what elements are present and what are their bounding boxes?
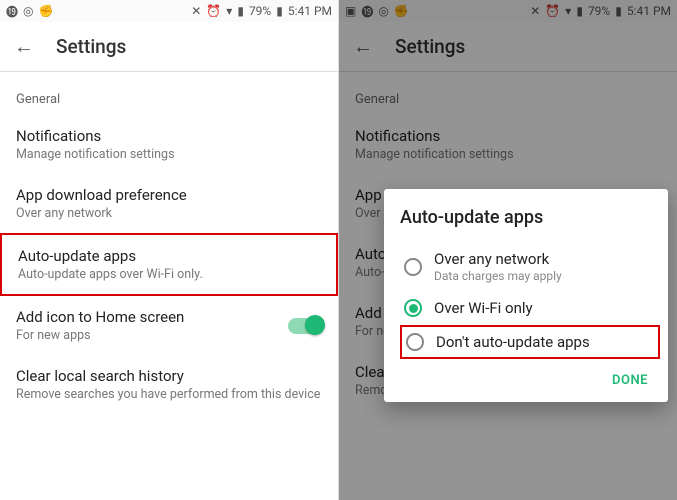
- radio-any-network[interactable]: Over any network Data charges may apply: [400, 242, 660, 291]
- toggle-add-icon[interactable]: [288, 318, 322, 334]
- page-title: Settings: [56, 35, 126, 58]
- radio-label: Over any network: [434, 250, 562, 268]
- circle-icon: ◎: [23, 4, 33, 18]
- status-bar: ⓳ ◎ ✊ ✕ ⏰ ▾ ▮ 79% ▮ 5:41 PM: [0, 0, 338, 22]
- radio-label: Over Wi-Fi only: [434, 299, 533, 317]
- row-add-icon[interactable]: Add icon to Home screen For new apps: [0, 296, 338, 355]
- row-title: Auto-update apps: [18, 247, 320, 265]
- row-auto-update[interactable]: Auto-update apps Auto-update apps over W…: [0, 233, 338, 296]
- auto-update-dialog: Auto-update apps Over any network Data c…: [384, 189, 668, 402]
- row-title: App download preference: [16, 186, 322, 204]
- settings-list: General Notifications Manage notificatio…: [0, 72, 338, 500]
- done-button[interactable]: DONE: [600, 367, 660, 394]
- back-arrow-icon[interactable]: ←: [14, 34, 34, 59]
- signal-icon: ▮: [237, 4, 244, 18]
- radio-label: Don't auto-update apps: [436, 333, 590, 351]
- left-screenshot: ⓳ ◎ ✊ ✕ ⏰ ▾ ▮ 79% ▮ 5:41 PM ← Settings G…: [0, 0, 338, 500]
- row-title: Add icon to Home screen: [16, 308, 278, 326]
- dialog-actions: DONE: [400, 359, 660, 394]
- battery-pct: 79%: [249, 4, 271, 18]
- row-title: Notifications: [16, 127, 322, 145]
- wifi-icon: ▾: [226, 4, 232, 18]
- row-clear-history[interactable]: Clear local search history Remove search…: [0, 355, 338, 414]
- dialog-title: Auto-update apps: [400, 207, 660, 228]
- status-left: ⓳ ◎ ✊: [6, 3, 53, 20]
- row-sub: Over any network: [16, 206, 322, 221]
- radio-wifi-only[interactable]: Over Wi-Fi only: [400, 291, 660, 325]
- mute-icon: ✕: [191, 4, 201, 18]
- hand-icon: ✊: [39, 4, 54, 18]
- status-right: ✕ ⏰ ▾ ▮ 79% ▮ 5:41 PM: [191, 4, 332, 18]
- right-screenshot: ▣ ⓳ ◎ ✊ ✕ ⏰ ▾ ▮ 79% ▮ 5:41 PM ← Settings…: [338, 0, 677, 500]
- row-sub: Manage notification settings: [16, 147, 322, 162]
- radio-dont-update[interactable]: Don't auto-update apps: [400, 325, 660, 359]
- radio-icon: [404, 299, 422, 317]
- section-header: General: [0, 72, 338, 115]
- row-sub: For new apps: [16, 328, 278, 343]
- app-bar: ← Settings: [0, 22, 338, 72]
- radio-sub: Data charges may apply: [434, 269, 562, 283]
- row-title: Clear local search history: [16, 367, 322, 385]
- radio-icon: [404, 258, 422, 276]
- row-download-pref[interactable]: App download preference Over any network: [0, 174, 338, 233]
- battery-icon: ▮: [276, 4, 283, 18]
- radio-icon: [406, 333, 424, 351]
- alarm-icon: ⏰: [206, 4, 221, 18]
- clock-time: 5:41 PM: [288, 4, 332, 18]
- row-sub: Auto-update apps over Wi-Fi only.: [18, 267, 320, 282]
- app-badge-icon: ⓳: [6, 3, 18, 20]
- row-notifications[interactable]: Notifications Manage notification settin…: [0, 115, 338, 174]
- row-sub: Remove searches you have performed from …: [16, 387, 322, 402]
